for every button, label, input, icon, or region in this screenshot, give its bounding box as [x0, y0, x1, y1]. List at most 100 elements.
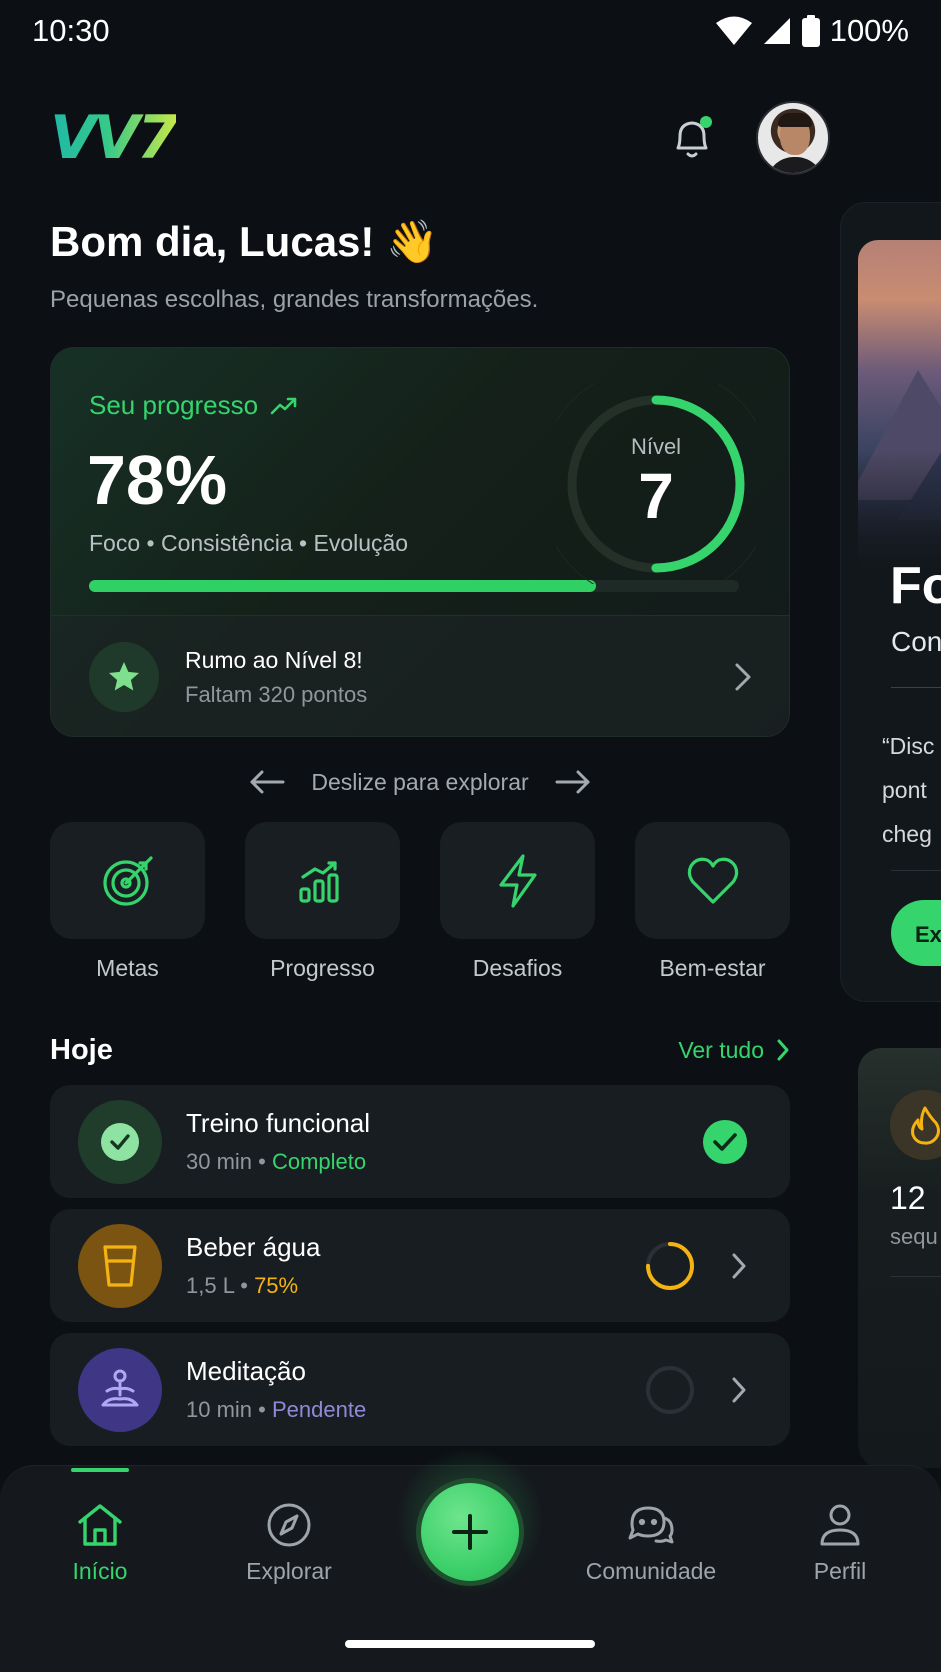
task-icon-badge: [78, 1099, 162, 1184]
streak-value: 12: [890, 1180, 926, 1216]
plus-icon: [452, 1514, 488, 1550]
wifi-icon: [715, 16, 752, 45]
chart-icon: [298, 860, 339, 903]
task-title: Beber água: [186, 1232, 321, 1262]
side-card-quote: “Disc pont cheg: [882, 733, 935, 847]
mountain-image: [858, 240, 941, 570]
progress-label: Seu progresso: [89, 390, 259, 420]
add-button[interactable]: [416, 1478, 524, 1586]
task-status: 75%: [254, 1273, 299, 1298]
streak-label: sequ: [890, 1224, 938, 1249]
side-card-subheading: Con: [891, 626, 941, 657]
chevron-right-icon: [777, 1039, 789, 1061]
quick-action-tile[interactable]: [50, 822, 205, 939]
task-separator: •: [234, 1273, 255, 1298]
app-header: VV7: [50, 100, 830, 176]
app-logo: VV7: [50, 103, 179, 173]
quick-action-progresso[interactable]: Progresso: [245, 822, 400, 982]
swipe-hint: Deslize para explorar: [50, 762, 790, 802]
progress-label-row: Seu progresso: [89, 390, 298, 421]
notifications-button[interactable]: [666, 112, 718, 164]
side-card-divider: [891, 687, 941, 688]
level-ring: Nível 7: [537, 365, 775, 603]
user-icon: [820, 1504, 860, 1546]
quick-action-tile[interactable]: [635, 822, 790, 939]
completed-check-icon[interactable]: [702, 1119, 748, 1165]
side-card-divider: [890, 1276, 941, 1277]
user-avatar[interactable]: [756, 101, 830, 175]
task-right: [702, 1119, 748, 1165]
status-icons: 100%: [715, 13, 909, 49]
task-text: Beber água 1,5 L • 75%: [186, 1232, 644, 1299]
chevron-right-icon[interactable]: [730, 1251, 748, 1281]
task-separator: •: [252, 1397, 272, 1422]
task-amount: 10 min: [186, 1397, 253, 1422]
target-icon: [102, 855, 153, 906]
task-icon-badge: [78, 1347, 162, 1432]
task-separator: •: [252, 1149, 272, 1174]
swipe-hint-text: Deslize para explorar: [311, 768, 529, 795]
progress-bar-fill: [89, 580, 596, 592]
avatar-shirt: [766, 157, 824, 173]
side-card-heading: Fo: [890, 557, 941, 615]
header-actions: [666, 101, 830, 175]
battery-icon: [801, 15, 820, 47]
nav-item-perfil[interactable]: Perfil: [755, 1502, 925, 1585]
water-progress-ring: [646, 1241, 694, 1290]
quick-action-tile[interactable]: [245, 822, 400, 939]
task-status: Completo: [271, 1149, 367, 1174]
task-text: Treino funcional 30 min • Completo: [186, 1108, 702, 1175]
progress-tags: Foco • Consistência • Evolução: [89, 530, 409, 556]
home-icon: [78, 1504, 122, 1546]
task-right: [644, 1240, 748, 1292]
signal-icon: [763, 18, 790, 44]
task-meta: 10 min • Pendente: [186, 1397, 644, 1423]
task-item-treino[interactable]: Treino funcional 30 min • Completo: [50, 1085, 790, 1198]
status-time: 10:30: [32, 13, 110, 48]
nav-item-comunidade[interactable]: Comunidade: [566, 1502, 736, 1585]
quick-action-desafios[interactable]: Desafios: [440, 822, 595, 982]
task-right: [644, 1364, 748, 1416]
nav-label: Explorar: [246, 1558, 332, 1584]
arrow-left-icon[interactable]: [249, 769, 285, 795]
next-level-subtitle: Faltam 320 pontos: [185, 681, 368, 707]
task-item-agua[interactable]: Beber água 1,5 L • 75%: [50, 1209, 790, 1322]
nav-item-explorar[interactable]: Explorar: [204, 1502, 374, 1585]
star-icon: [109, 662, 139, 691]
quick-action-metas[interactable]: Metas: [50, 822, 205, 982]
trending-up-icon: [270, 397, 297, 414]
star-badge: [89, 642, 159, 712]
quick-action-tile[interactable]: [440, 822, 595, 939]
nav-label: Perfil: [813, 1558, 867, 1584]
nav-item-inicio[interactable]: Início: [15, 1502, 185, 1585]
task-meta: 1,5 L • 75%: [186, 1273, 644, 1299]
image-fade: [858, 450, 941, 570]
chevron-right-icon[interactable]: [730, 1375, 748, 1405]
water-glass-icon: [103, 1244, 137, 1287]
arrow-right-icon[interactable]: [555, 769, 591, 795]
task-item-meditacao[interactable]: Meditação 10 min • Pendente: [50, 1333, 790, 1446]
next-level-row[interactable]: Rumo ao Nível 8! Faltam 320 pontos: [51, 615, 789, 736]
progress-card[interactable]: Seu progresso 78% Foco • Consistência • …: [50, 347, 790, 737]
level-label: Nível: [630, 434, 682, 459]
task-title: Meditação: [186, 1356, 306, 1386]
nav-label: Início: [72, 1558, 128, 1584]
progress-percent: 78%: [87, 441, 228, 519]
heart-icon: [687, 857, 738, 904]
task-meta: 30 min • Completo: [186, 1149, 702, 1175]
lightning-icon: [498, 853, 537, 908]
side-card-divider: [891, 870, 941, 871]
quick-action-bem-estar[interactable]: Bem-estar: [635, 822, 790, 982]
pending-ring: [646, 1365, 694, 1414]
home-indicator: [345, 1640, 595, 1648]
avatar-hair: [778, 113, 812, 127]
level-text: Nível 7: [556, 384, 756, 584]
see-all-link[interactable]: Ver tudo: [678, 1037, 790, 1064]
task-amount: 1,5 L: [186, 1273, 235, 1298]
next-level-text: Rumo ao Nível 8! Faltam 320 pontos: [185, 647, 733, 708]
task-title: Treino funcional: [186, 1108, 371, 1138]
see-all-label: Ver tudo: [678, 1036, 764, 1063]
quick-action-label: Metas: [96, 955, 159, 981]
chat-icon: [628, 1506, 674, 1544]
meditation-icon: [101, 1369, 139, 1406]
